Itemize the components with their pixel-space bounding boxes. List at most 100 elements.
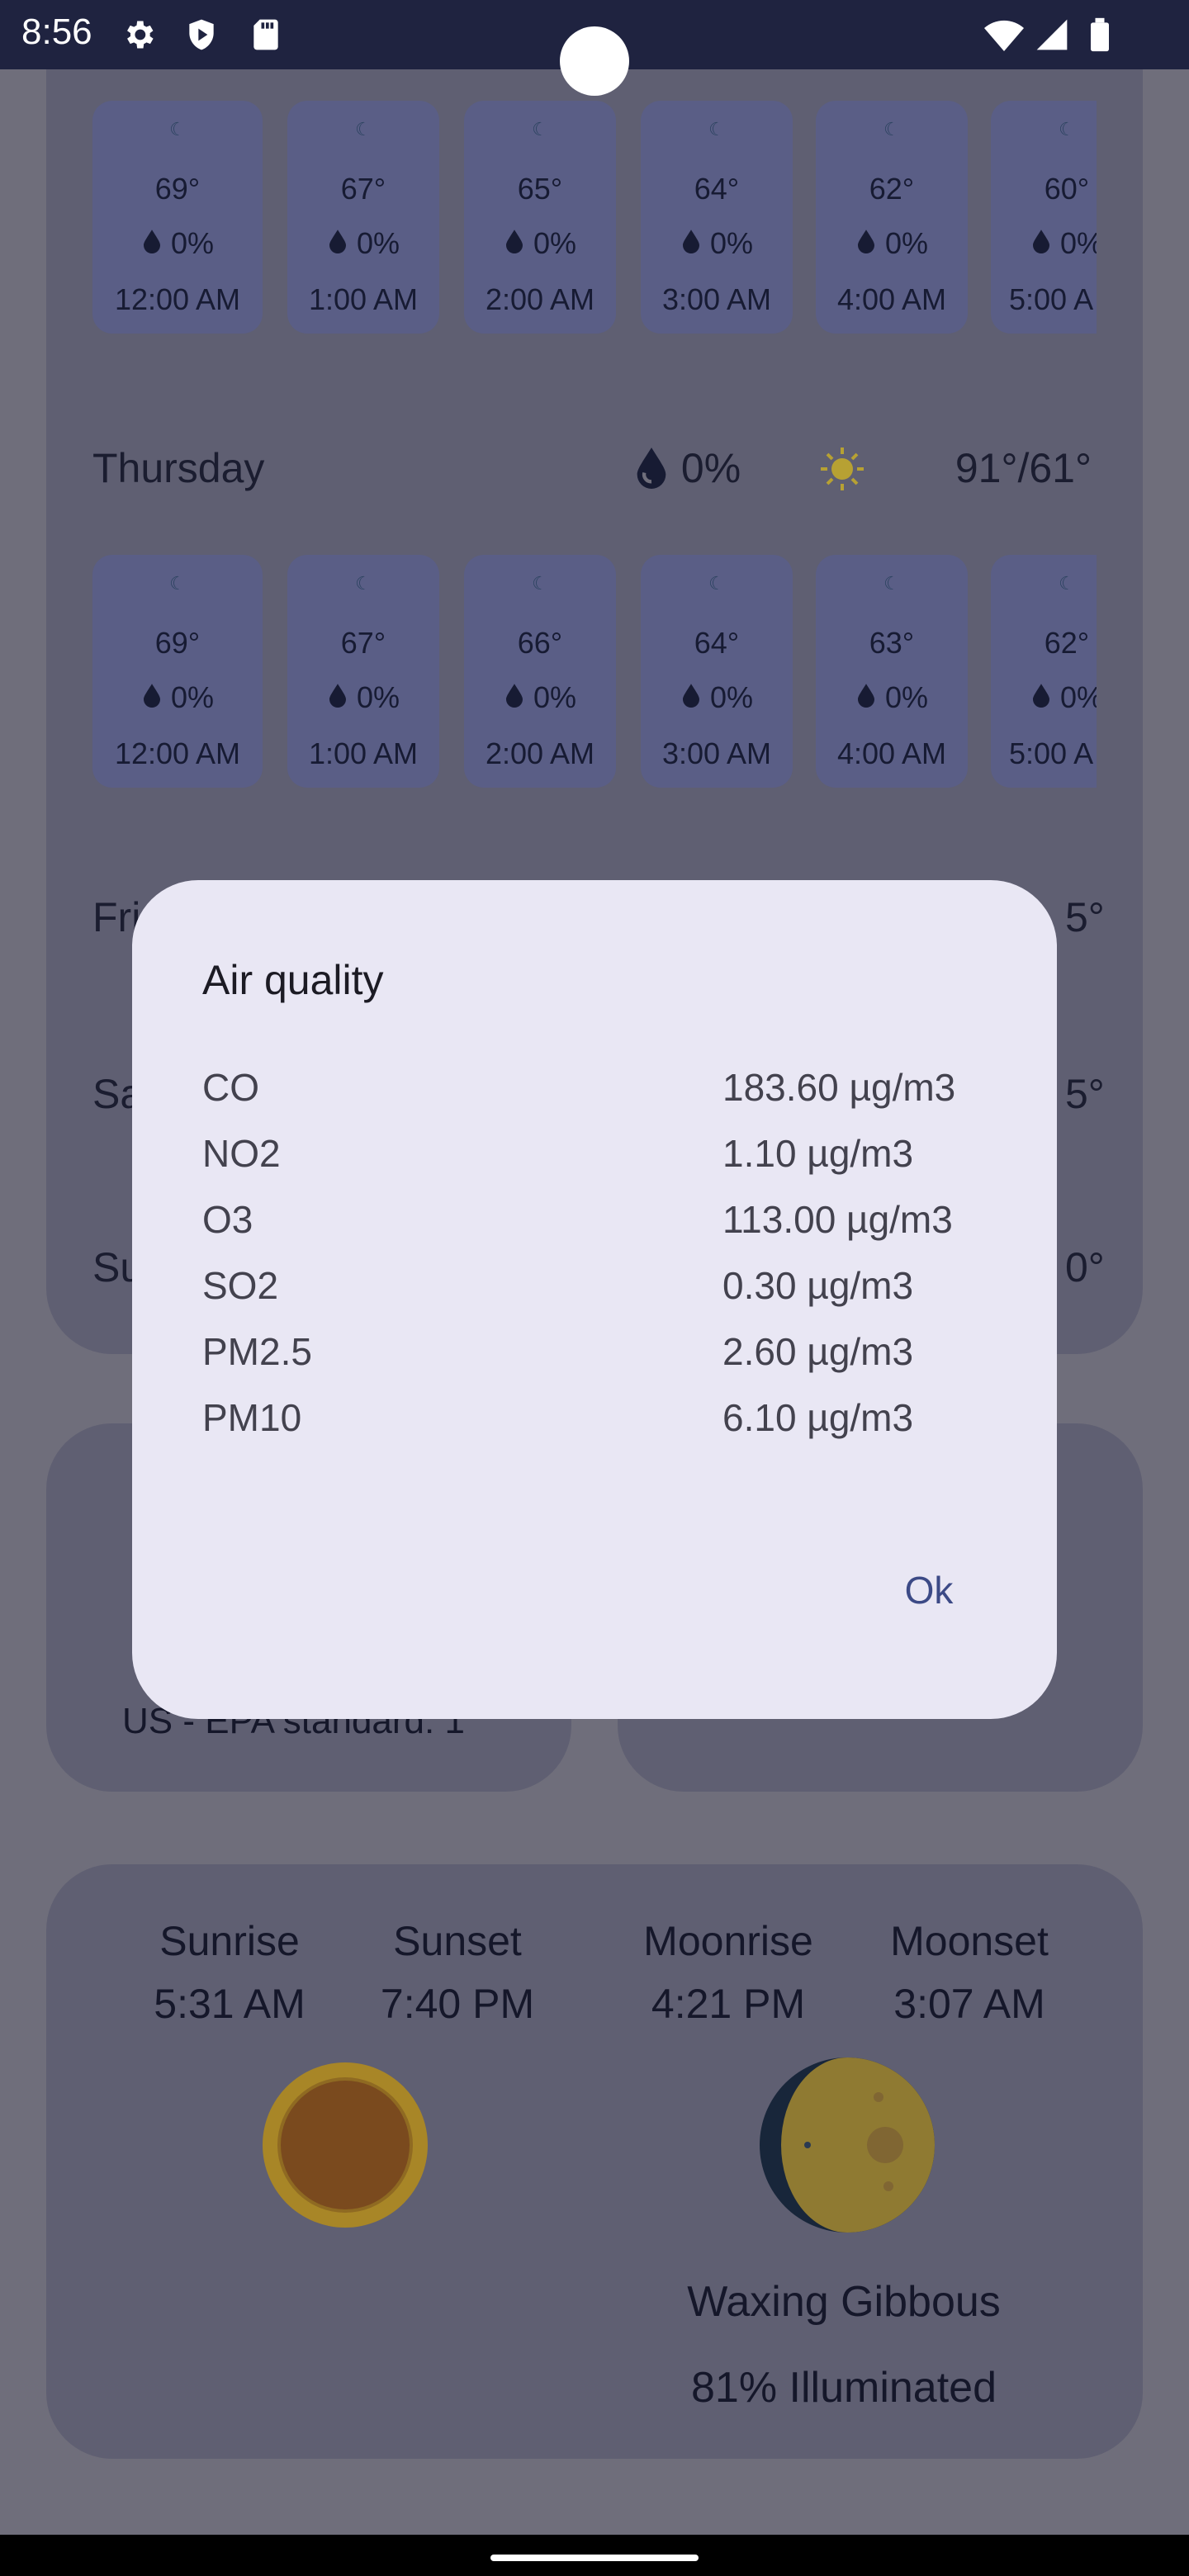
hour-temp: 67° bbox=[340, 626, 386, 660]
pollutant-value: 183.60 µg/m3 bbox=[722, 1066, 956, 1109]
hour-tile[interactable]: ☾ 62° 0% 5:00 A bbox=[991, 555, 1097, 788]
hour-rain: 0% bbox=[884, 226, 929, 260]
hour-tile[interactable]: ☾ 69° 0% 12:00 AM bbox=[92, 555, 263, 788]
moon-icon: ☾ bbox=[355, 119, 372, 140]
hour-temp: 62° bbox=[869, 172, 915, 206]
hour-temp: 69° bbox=[154, 626, 201, 660]
sunrise-label: Sunrise bbox=[159, 1918, 300, 1964]
sun-icon bbox=[821, 447, 864, 490]
ok-button[interactable]: Ok bbox=[867, 1549, 991, 1631]
sun-icon bbox=[263, 2062, 428, 2228]
hour-tile[interactable]: ☾ 64° 0% 3:00 AM bbox=[641, 101, 793, 334]
hour-rain: 0% bbox=[709, 226, 754, 260]
raindrop-icon bbox=[682, 684, 699, 708]
hour-temp: 69° bbox=[154, 172, 201, 206]
signal-icon bbox=[1036, 19, 1068, 50]
status-time: 8:56 bbox=[21, 12, 92, 52]
pollutant-name: SO2 bbox=[202, 1264, 279, 1307]
aq-row-co: CO 183.60 µg/m3 bbox=[202, 1065, 987, 1123]
moon-icon: ☾ bbox=[532, 119, 548, 140]
hour-rain: 0% bbox=[533, 680, 577, 714]
pollutant-value: 6.10 µg/m3 bbox=[722, 1396, 914, 1439]
settings-icon bbox=[127, 21, 154, 49]
day-rain-value: 0% bbox=[680, 445, 741, 491]
hour-time: 3:00 AM bbox=[661, 736, 772, 770]
home-gesture-handle[interactable] bbox=[490, 2555, 699, 2561]
raindrop-icon bbox=[143, 684, 160, 708]
raindrop-icon bbox=[637, 447, 666, 489]
hour-rain: 0% bbox=[1059, 680, 1097, 714]
moonrise-time: 4:21 PM bbox=[651, 1981, 806, 2027]
sunrise-time: 5:31 AM bbox=[154, 1981, 306, 2027]
hour-rain: 0% bbox=[709, 680, 754, 714]
hour-tile[interactable]: ☾ 66° 0% 2:00 AM bbox=[464, 555, 616, 788]
pollutant-name: PM10 bbox=[202, 1396, 302, 1439]
moon-icon: ☾ bbox=[169, 119, 186, 140]
day-row-thursday[interactable]: Thursday 0% 91°/61° bbox=[92, 436, 1092, 502]
raindrop-icon bbox=[857, 230, 874, 253]
hour-rain: 0% bbox=[884, 680, 929, 714]
raindrop-icon bbox=[505, 684, 523, 708]
moon-illumination: 81% Illuminated bbox=[691, 2364, 997, 2412]
battery-icon bbox=[1091, 17, 1109, 52]
hour-tile[interactable]: ☾ 60° 0% 5:00 A bbox=[991, 101, 1097, 334]
hour-time: 2:00 AM bbox=[485, 736, 595, 770]
hour-temp: 64° bbox=[694, 626, 740, 660]
hour-rain: 0% bbox=[356, 680, 400, 714]
hour-time: 2:00 AM bbox=[485, 282, 595, 316]
pollutant-value: 2.60 µg/m3 bbox=[722, 1330, 914, 1373]
wifi-icon bbox=[984, 20, 1024, 51]
raindrop-icon bbox=[682, 230, 699, 253]
hour-tile[interactable]: ☾ 62° 0% 4:00 AM bbox=[816, 101, 968, 334]
moon-icon: ☾ bbox=[355, 573, 372, 594]
hour-time: 12:00 AM bbox=[114, 736, 241, 770]
hour-temp: 65° bbox=[517, 172, 563, 206]
hour-time: 1:00 AM bbox=[308, 282, 419, 316]
hour-time: 4:00 AM bbox=[836, 282, 947, 316]
moon-icon: ☾ bbox=[1059, 119, 1075, 140]
moon-icon: ☾ bbox=[1059, 573, 1075, 594]
moonrise-label: Moonrise bbox=[643, 1918, 813, 1964]
hour-temp: 63° bbox=[869, 626, 915, 660]
aq-row-so2: SO2 0.30 µg/m3 bbox=[202, 1263, 987, 1321]
day-temp-saturday: 5° bbox=[1065, 1071, 1105, 1117]
raindrop-icon bbox=[857, 684, 874, 708]
sd-card-icon bbox=[253, 19, 278, 50]
camera-cutout bbox=[560, 26, 629, 96]
day-temp-sunday: 0° bbox=[1065, 1244, 1105, 1290]
moon-icon: ☾ bbox=[708, 119, 725, 140]
raindrop-icon bbox=[1032, 684, 1049, 708]
hour-tile[interactable]: ☾ 67° 0% 1:00 AM bbox=[287, 555, 439, 788]
raindrop-icon bbox=[1032, 230, 1049, 253]
hour-temp: 60° bbox=[1044, 172, 1090, 206]
pollutant-value: 0.30 µg/m3 bbox=[722, 1264, 914, 1307]
day-temp-friday: 5° bbox=[1065, 894, 1105, 940]
hour-temp: 67° bbox=[340, 172, 386, 206]
hour-rain: 0% bbox=[356, 226, 400, 260]
aq-row-o3: O3 113.00 µg/m3 bbox=[202, 1197, 987, 1255]
hour-tile[interactable]: ☾ 65° 0% 2:00 AM bbox=[464, 101, 616, 334]
pollutant-value: 113.00 µg/m3 bbox=[722, 1198, 953, 1241]
aq-row-pm10: PM10 6.10 µg/m3 bbox=[202, 1395, 987, 1453]
hour-tile[interactable]: ☾ 67° 0% 1:00 AM bbox=[287, 101, 439, 334]
pollutant-name: NO2 bbox=[202, 1132, 281, 1175]
hour-time: 4:00 AM bbox=[836, 736, 947, 770]
screen: ☾ 69° 0% 12:00 AM ☾ 67° 0% 1:00 AM ☾ 65°… bbox=[0, 0, 1189, 2576]
hour-tile[interactable]: ☾ 69° 0% 12:00 AM bbox=[92, 101, 263, 334]
hour-time: 12:00 AM bbox=[114, 282, 241, 316]
pollutant-name: O3 bbox=[202, 1198, 253, 1241]
raindrop-icon bbox=[505, 230, 523, 253]
moon-icon: ☾ bbox=[883, 119, 900, 140]
hour-rain: 0% bbox=[170, 680, 215, 714]
raindrop-icon bbox=[143, 230, 160, 253]
moon-icon: ☾ bbox=[708, 573, 725, 594]
aq-row-pm25: PM2.5 2.60 µg/m3 bbox=[202, 1329, 987, 1387]
raindrop-icon bbox=[329, 230, 346, 253]
hour-tile[interactable]: ☾ 63° 0% 4:00 AM bbox=[816, 555, 968, 788]
hour-tile[interactable]: ☾ 64° 0% 3:00 AM bbox=[641, 555, 793, 788]
hour-time: 5:00 A bbox=[1009, 282, 1094, 316]
moonset-label: Moonset bbox=[890, 1918, 1049, 1964]
hour-temp: 62° bbox=[1044, 626, 1090, 660]
sunset-time: 7:40 PM bbox=[380, 1981, 535, 2027]
day-temp: 91°/61° bbox=[955, 445, 1092, 491]
